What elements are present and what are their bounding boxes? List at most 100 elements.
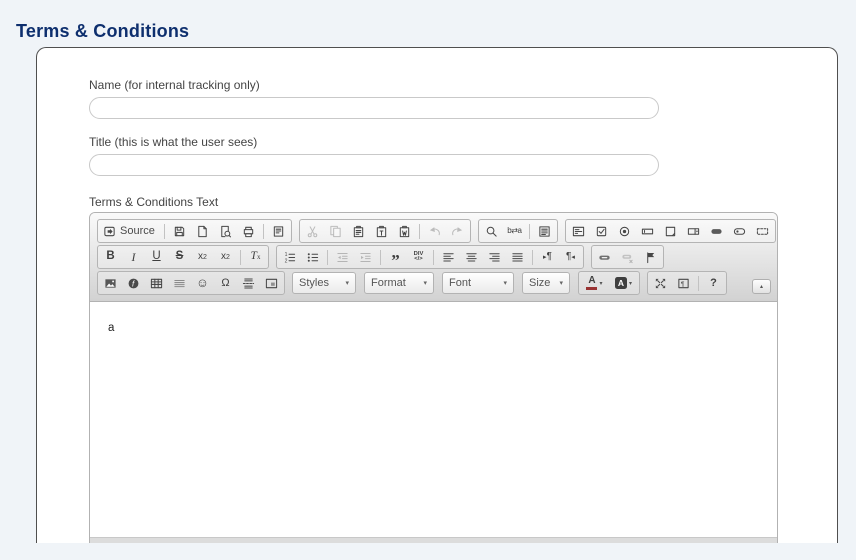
indent-button[interactable] bbox=[354, 247, 377, 267]
about-icon: ? bbox=[710, 278, 717, 289]
strikethrough-button[interactable]: S bbox=[168, 247, 191, 267]
svg-text:1: 1 bbox=[285, 252, 288, 258]
paste-button[interactable] bbox=[347, 221, 370, 241]
image-button[interactable] bbox=[99, 273, 122, 293]
undo-button[interactable] bbox=[423, 221, 446, 241]
chevron-down-icon: ▾ bbox=[423, 279, 427, 287]
templates-button[interactable] bbox=[267, 221, 290, 241]
textarea-button[interactable] bbox=[659, 221, 682, 241]
blockquote-button[interactable]: ” bbox=[384, 247, 407, 267]
superscript-icon: x2 bbox=[221, 252, 230, 262]
source-button[interactable]: Source bbox=[99, 221, 161, 241]
anchor-button[interactable] bbox=[639, 247, 662, 267]
toolbar-group: Source bbox=[97, 219, 292, 243]
print-button[interactable] bbox=[237, 221, 260, 241]
table-button[interactable] bbox=[145, 273, 168, 293]
text-field-button[interactable] bbox=[636, 221, 659, 241]
name-input[interactable] bbox=[89, 97, 659, 119]
select-all-button[interactable] bbox=[533, 221, 556, 241]
save-button[interactable] bbox=[168, 221, 191, 241]
bold-button[interactable]: B bbox=[99, 247, 122, 267]
background-color-button[interactable]: A▾ bbox=[609, 273, 638, 293]
align-center-button[interactable] bbox=[460, 247, 483, 267]
preview-button[interactable] bbox=[214, 221, 237, 241]
text-color-button[interactable]: A▾ bbox=[580, 273, 609, 293]
new-page-button[interactable] bbox=[191, 221, 214, 241]
smiley-button[interactable]: ☺ bbox=[191, 273, 214, 293]
show-blocks-icon: ¶ bbox=[677, 277, 690, 290]
cut-button[interactable] bbox=[301, 221, 324, 241]
toolbar-collapse-button[interactable]: ▴ bbox=[752, 279, 771, 294]
text-field-icon bbox=[641, 225, 654, 238]
form-button[interactable] bbox=[567, 221, 590, 241]
indent-icon bbox=[359, 251, 372, 264]
maximize-icon bbox=[654, 277, 667, 290]
strike-icon: S bbox=[176, 251, 184, 263]
blockquote-icon: ” bbox=[391, 252, 400, 269]
font-dropdown[interactable]: Font▾ bbox=[442, 272, 514, 294]
chevron-down-icon: ▾ bbox=[345, 279, 349, 287]
numbered-list-button[interactable]: 12 bbox=[278, 247, 301, 267]
radio-button[interactable] bbox=[613, 221, 636, 241]
page-break-icon bbox=[242, 277, 255, 290]
form-icon bbox=[572, 225, 585, 238]
link-button[interactable] bbox=[593, 247, 616, 267]
italic-button[interactable]: I bbox=[122, 247, 145, 267]
page-break-button[interactable] bbox=[237, 273, 260, 293]
special-char-icon: Ω bbox=[221, 278, 229, 289]
size-dropdown[interactable]: Size▾ bbox=[522, 272, 570, 294]
bulleted-list-button[interactable] bbox=[301, 247, 324, 267]
copy-button[interactable] bbox=[324, 221, 347, 241]
button-element-button[interactable] bbox=[705, 221, 728, 241]
checkbox-button[interactable] bbox=[590, 221, 613, 241]
hidden-field-button[interactable] bbox=[751, 221, 774, 241]
unlink-button[interactable] bbox=[616, 247, 639, 267]
underline-button[interactable]: U bbox=[145, 247, 168, 267]
flash-icon: f bbox=[127, 277, 140, 290]
show-blocks-button[interactable]: ¶ bbox=[672, 273, 695, 293]
title-field-label: Title (this is what the user sees) bbox=[89, 135, 257, 149]
remove-format-button[interactable]: Tx bbox=[244, 247, 267, 267]
superscript-button[interactable]: x2 bbox=[214, 247, 237, 267]
title-input[interactable] bbox=[89, 154, 659, 176]
selection-field-button[interactable] bbox=[682, 221, 705, 241]
subscript-button[interactable]: x2 bbox=[191, 247, 214, 267]
outdent-button[interactable] bbox=[331, 247, 354, 267]
about-button[interactable]: ? bbox=[702, 273, 725, 293]
undo-icon bbox=[428, 225, 441, 238]
smiley-icon: ☺ bbox=[196, 277, 209, 290]
paste-from-word-button[interactable] bbox=[393, 221, 416, 241]
horizontal-rule-button[interactable] bbox=[168, 273, 191, 293]
align-justify-button[interactable] bbox=[506, 247, 529, 267]
find-button[interactable] bbox=[480, 221, 503, 241]
paste-as-text-button[interactable] bbox=[370, 221, 393, 241]
image-button-icon bbox=[733, 225, 746, 238]
format-dropdown[interactable]: Format▾ bbox=[364, 272, 434, 294]
chevron-down-icon: ▾ bbox=[559, 279, 563, 287]
toolbar-row: Source b⇄a bbox=[97, 219, 749, 243]
print-icon bbox=[242, 225, 255, 238]
align-left-button[interactable] bbox=[437, 247, 460, 267]
flash-button[interactable]: f bbox=[122, 273, 145, 293]
image-button-button[interactable] bbox=[728, 221, 751, 241]
toolbar-group: A▾A▾ bbox=[578, 271, 640, 295]
redo-button[interactable] bbox=[446, 221, 469, 241]
create-div-button[interactable]: DIV</> bbox=[407, 247, 430, 267]
align-right-button[interactable] bbox=[483, 247, 506, 267]
redo-icon bbox=[451, 225, 464, 238]
toolbar-separator bbox=[532, 250, 533, 265]
replace-button[interactable]: b⇄a bbox=[503, 221, 526, 241]
bidi-rtl-button[interactable]: ¶◂ bbox=[559, 247, 582, 267]
toolbar-separator bbox=[164, 224, 165, 239]
editor-toolbar: Source b⇄a BIUSx2 x2 Tx 12 ” DIV</> ▸¶¶◂ f ☺ Ω Style… bbox=[90, 213, 777, 302]
bidi-ltr-button[interactable]: ▸¶ bbox=[536, 247, 559, 267]
iframe-button[interactable] bbox=[260, 273, 283, 293]
special-character-button[interactable]: Ω bbox=[214, 273, 237, 293]
maximize-button[interactable] bbox=[649, 273, 672, 293]
replace-icon: b⇄a bbox=[507, 227, 521, 235]
styles-dropdown[interactable]: Styles▾ bbox=[292, 272, 356, 294]
toolbar-separator bbox=[327, 250, 328, 265]
copy-icon bbox=[329, 225, 342, 238]
hidden-field-icon bbox=[756, 225, 769, 238]
editor-content-area[interactable]: a bbox=[90, 302, 777, 537]
